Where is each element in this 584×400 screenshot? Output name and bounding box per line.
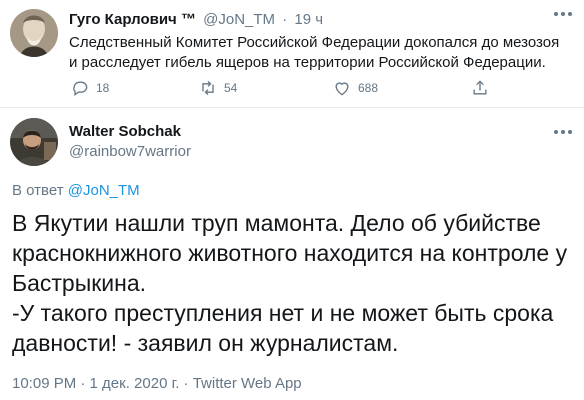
reply-button[interactable]: 18 — [70, 78, 109, 98]
tweet-actions: 18 54 688 — [62, 78, 502, 100]
separator: · — [282, 11, 288, 28]
reply-to-link[interactable]: @JoN_TM — [68, 182, 140, 199]
tweet-time[interactable]: 19 ч — [294, 11, 323, 28]
author-handle[interactable]: @JoN_TM — [203, 11, 275, 28]
tweet-timestamp[interactable]: 10:09 PM · 1 дек. 2020 г. · Twitter Web … — [12, 375, 302, 392]
tweet-text: Следственный Комитет Российской Федераци… — [69, 34, 560, 71]
author-handle[interactable]: @rainbow7warrior — [69, 143, 191, 160]
avatar[interactable] — [10, 118, 58, 166]
like-button[interactable]: 688 — [332, 78, 378, 98]
like-count: 688 — [358, 81, 379, 95]
tweet-text-body: В Якутии нашли труп мамонта. Дело об уби… — [12, 210, 568, 356]
reply-icon — [73, 81, 88, 96]
retweet-count: 54 — [224, 81, 238, 95]
retweet-button[interactable]: 54 — [198, 78, 237, 98]
author-name[interactable]: Walter Sobchak — [69, 123, 181, 140]
author-badge: ™ — [180, 11, 196, 28]
reply-context: В ответ @JoN_TM — [12, 182, 140, 199]
author-name-text: Walter Sobchak — [69, 123, 181, 140]
share-icon — [473, 80, 487, 95]
author-name[interactable]: Гуго Карлович — [69, 11, 177, 28]
quoted-tweet-header: Гуго Карлович ™ @JoN_TM · 19 ч — [69, 11, 323, 28]
more-options-icon[interactable] — [553, 12, 575, 18]
tweet-text: В Якутии нашли труп мамонта. Дело об уби… — [12, 208, 580, 358]
avatar[interactable] — [10, 9, 58, 57]
heart-icon — [335, 82, 349, 96]
retweet-icon — [202, 80, 214, 96]
reply-prefix: В ответ — [12, 182, 64, 199]
share-button[interactable] — [470, 78, 496, 98]
quoted-tweet[interactable]: Гуго Карлович ™ @JoN_TM · 19 ч Следствен… — [0, 0, 584, 108]
more-options-icon[interactable] — [553, 130, 575, 136]
reply-count: 18 — [96, 81, 110, 95]
